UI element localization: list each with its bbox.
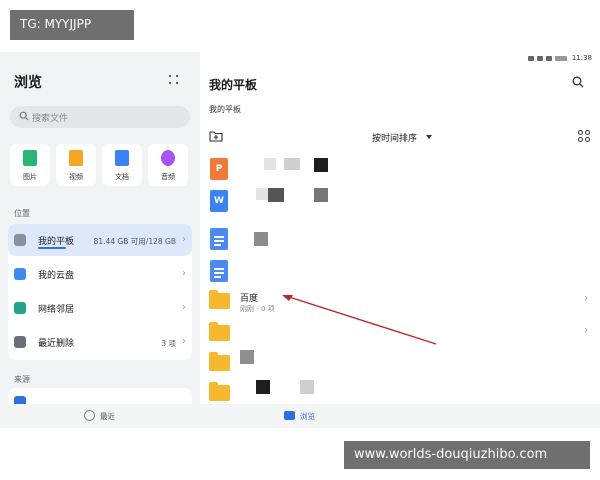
search-icon[interactable]: [572, 76, 584, 88]
redacted-name: [254, 232, 268, 246]
redacted-name: [268, 188, 284, 202]
new-folder-icon[interactable]: [209, 130, 223, 142]
folder-icon: [209, 293, 230, 309]
watermark-tag: TG: MYYJJPP: [10, 10, 134, 40]
chevron-right-icon: ›: [584, 325, 588, 336]
chevron-right-icon: ›: [182, 302, 186, 313]
sort-dropdown[interactable]: 按时间排序: [372, 131, 417, 144]
video-icon: [69, 150, 83, 166]
category-label: 图片: [23, 173, 37, 181]
clock-icon: [84, 410, 95, 421]
caret-down-icon: [426, 135, 432, 139]
category-videos[interactable]: 视频: [56, 144, 96, 186]
folder-row[interactable]: [208, 348, 588, 380]
location-name: 最近删除: [38, 339, 75, 349]
file-browser: 11:38 我的平板 我的平板 按时间排序 P W 百度 刚刚 - 0 项 › …: [200, 52, 600, 404]
redacted-name: [314, 158, 328, 172]
page-title: 我的平板: [209, 78, 258, 92]
chevron-right-icon: ›: [182, 234, 186, 245]
location-item-my-tablet[interactable]: 我的平板 81.44 GB 可用/128 GB ›: [8, 224, 192, 256]
folder-icon: [209, 355, 230, 371]
page: 浏览 搜索文件 图片 视频 文档 音频 位置 我的平板 81.44 GB 可用/…: [0, 0, 600, 480]
folder-icon: [209, 325, 230, 341]
document-file-icon: [210, 228, 228, 250]
breadcrumb[interactable]: 我的平板: [209, 104, 241, 115]
redacted-name: [300, 380, 314, 394]
nav-label: 浏览: [300, 412, 315, 421]
trash-icon: [14, 336, 26, 348]
redacted-name: [284, 158, 300, 170]
watermark-site: www.worlds-douqiuzhibo.com: [344, 441, 590, 469]
chevron-right-icon: ›: [182, 336, 186, 347]
tablet-screen: 浏览 搜索文件 图片 视频 文档 音频 位置 我的平板 81.44 GB 可用/…: [0, 52, 600, 428]
chevron-right-icon: ›: [584, 293, 588, 304]
item-count: 3 项: [161, 339, 176, 348]
search-input[interactable]: 搜索文件: [10, 106, 190, 128]
source-section-label: 来源: [14, 375, 30, 384]
grid-view-icon[interactable]: [578, 130, 590, 142]
active-indicator: [38, 247, 66, 249]
file-row-word[interactable]: W: [208, 186, 588, 218]
image-icon: [23, 150, 37, 166]
file-row-doc[interactable]: [208, 224, 588, 256]
category-label: 音频: [161, 173, 175, 181]
nav-label: 最近: [100, 412, 115, 421]
redacted-name: [240, 350, 254, 364]
category-documents[interactable]: 文档: [102, 144, 142, 186]
redacted-name: [314, 188, 328, 202]
redacted-name: [256, 380, 270, 394]
tablet-icon: [14, 234, 26, 246]
word-file-icon: W: [210, 190, 228, 212]
category-audio[interactable]: 音频: [148, 144, 188, 186]
status-time: 11:38: [571, 54, 592, 62]
file-row-ppt[interactable]: P: [208, 154, 588, 186]
folder-icon: [209, 385, 230, 401]
category-images[interactable]: 图片: [10, 144, 50, 186]
cloud-icon: [14, 268, 26, 280]
location-section-label: 位置: [14, 209, 30, 218]
category-label: 文档: [115, 173, 129, 181]
source-list: [8, 388, 192, 404]
annotation-arrow: [282, 295, 437, 345]
redacted-name: [264, 158, 276, 170]
location-list: 我的平板 81.44 GB 可用/128 GB › 我的云盘 › 网络邻居 ›: [8, 224, 192, 360]
source-app-icon[interactable]: [14, 396, 26, 404]
document-icon: [115, 150, 129, 166]
folder-meta: 刚刚 - 0 项: [240, 305, 275, 313]
sidebar: 浏览 搜索文件 图片 视频 文档 音频 位置 我的平板 81.44 GB 可用/…: [0, 52, 200, 404]
chevron-right-icon: ›: [182, 268, 186, 279]
search-icon: [19, 111, 29, 121]
search-placeholder: 搜索文件: [32, 114, 69, 124]
status-icons: [528, 56, 568, 62]
ppt-file-icon: P: [210, 158, 228, 180]
location-item-recently-deleted[interactable]: 最近删除 3 项 ›: [8, 326, 192, 358]
bottom-navigation: 最近 浏览: [0, 404, 600, 428]
location-item-network[interactable]: 网络邻居 ›: [8, 292, 192, 324]
redacted-name: [256, 188, 268, 200]
category-shortcuts: 图片 视频 文档 音频: [10, 144, 190, 186]
file-row-doc[interactable]: [208, 256, 588, 288]
watermark-text: TG: MYYJJPP: [20, 17, 92, 31]
location-item-cloud[interactable]: 我的云盘 ›: [8, 258, 192, 290]
audio-icon: [161, 150, 175, 166]
document-file-icon: [210, 260, 228, 282]
folder-icon: [284, 411, 295, 420]
more-options-icon[interactable]: [168, 74, 180, 86]
folder-name: 百度: [240, 294, 259, 304]
category-label: 视频: [69, 173, 83, 181]
location-name: 我的云盘: [38, 271, 75, 281]
sidebar-title: 浏览: [14, 75, 42, 91]
watermark-text: www.worlds-douqiuzhibo.com: [354, 447, 548, 462]
location-name: 网络邻居: [38, 305, 75, 315]
location-name: 我的平板: [38, 237, 75, 247]
storage-info: 81.44 GB 可用/128 GB: [93, 237, 176, 246]
network-icon: [14, 302, 26, 314]
